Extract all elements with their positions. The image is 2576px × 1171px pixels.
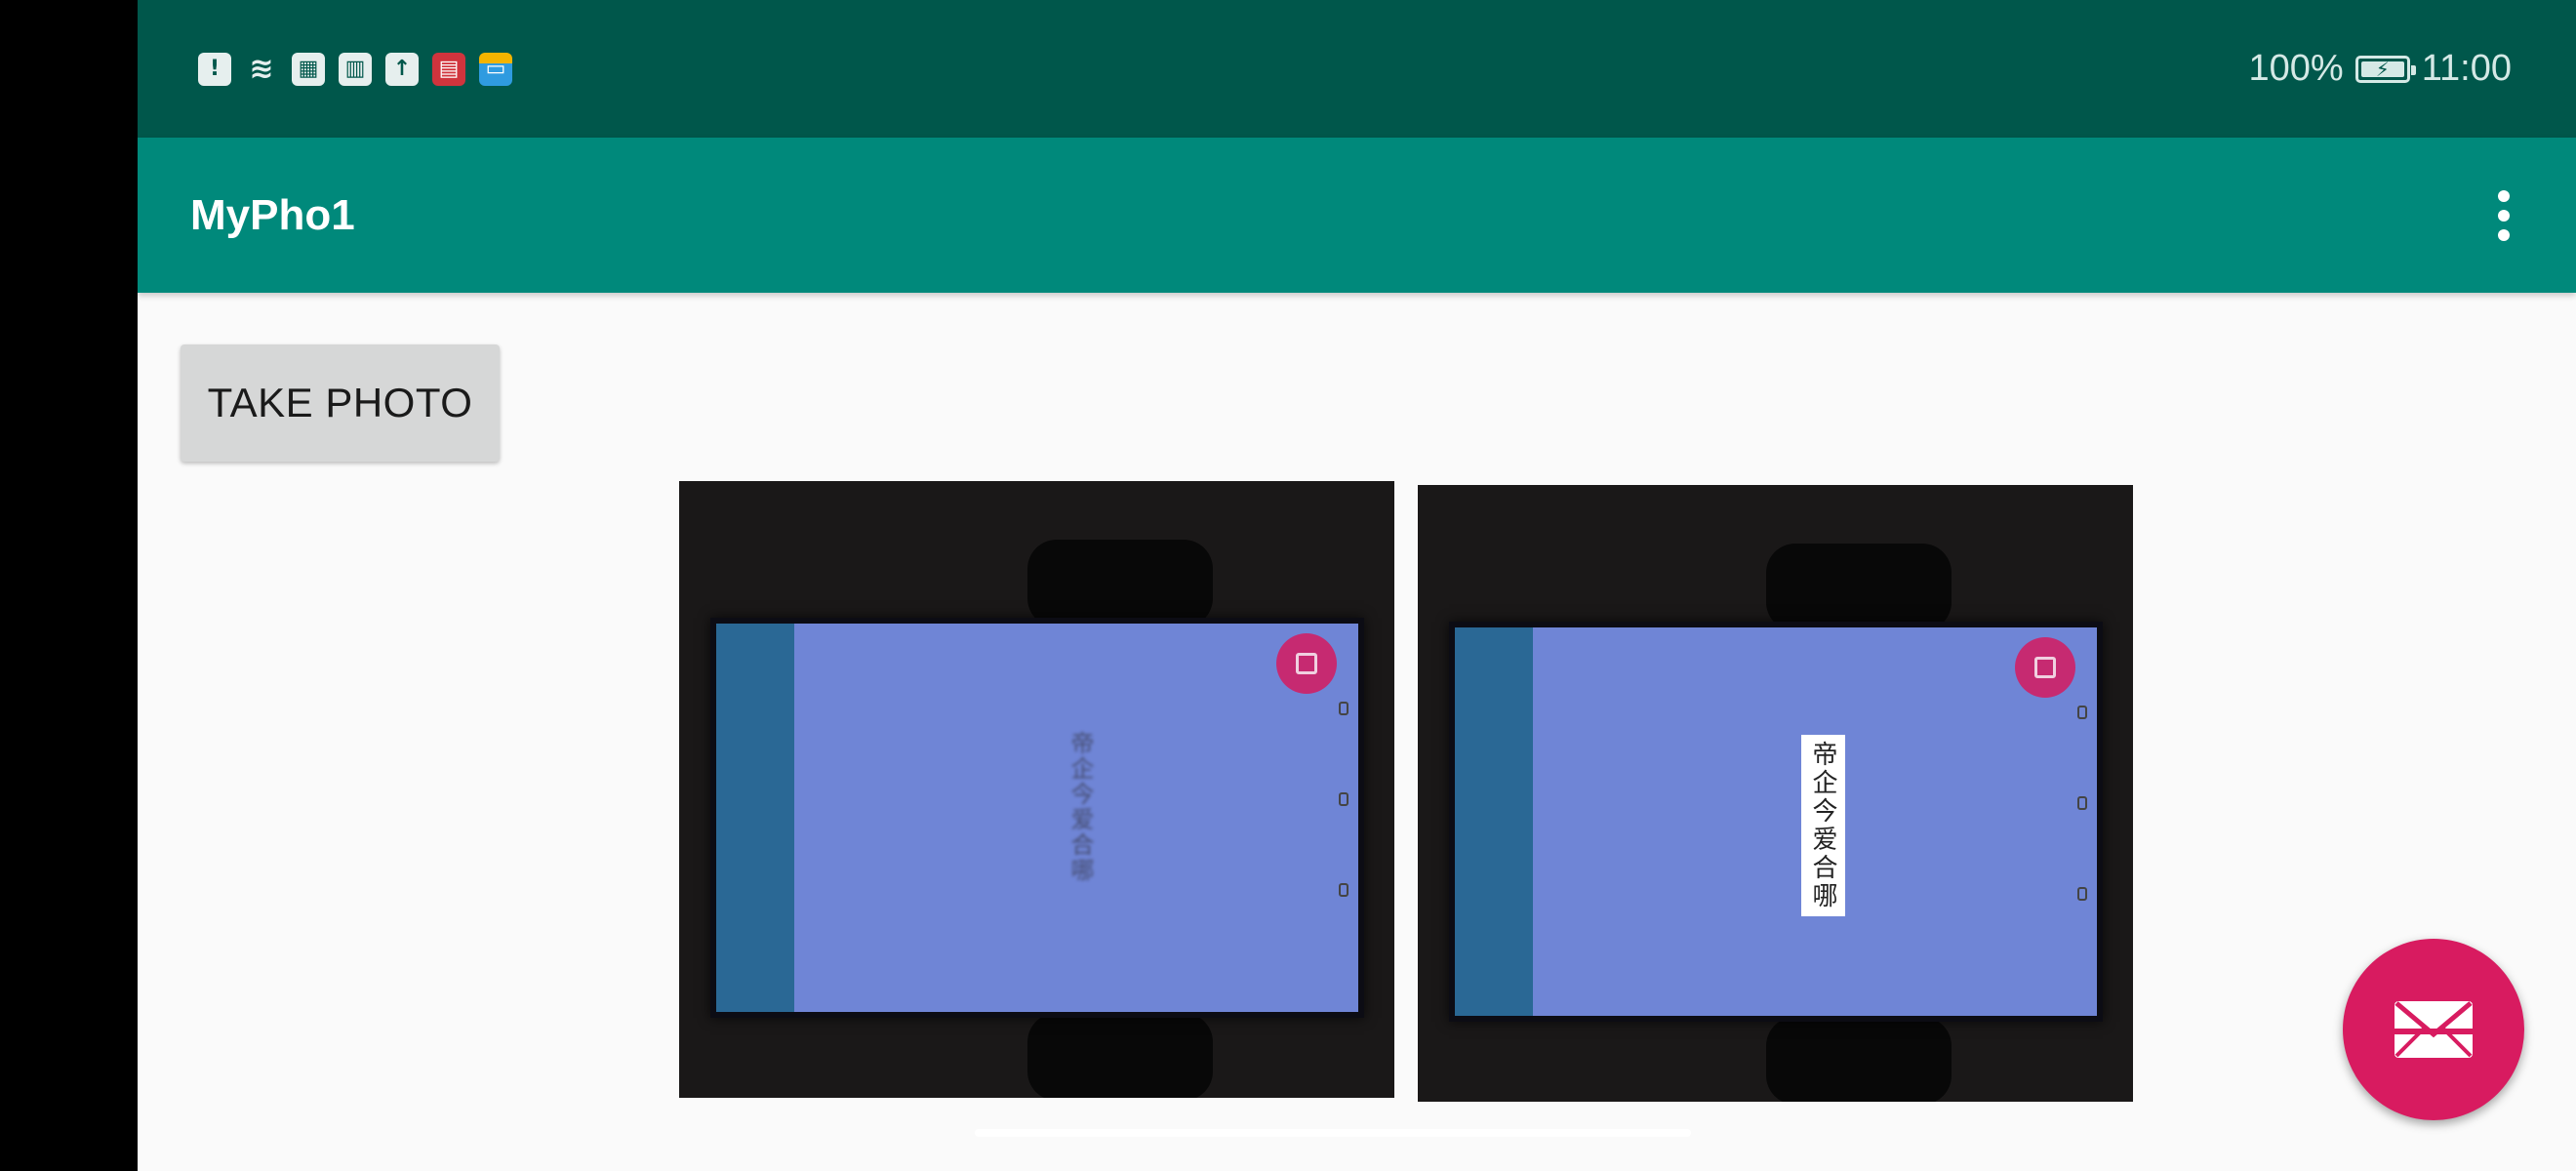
photo-phone-screen: 帝企今爱合哪: [1449, 622, 2103, 1022]
mail-icon: [2395, 1001, 2473, 1058]
main-content: TAKE PHOTO 帝企今爱合哪 帝企今爱合哪: [138, 293, 2576, 1171]
recognized-text: 帝企今爱合哪: [1801, 735, 1845, 916]
scroll-indicator: [975, 1129, 1691, 1137]
photo-fab-icon: [2015, 637, 2075, 698]
left-black-bar: [0, 0, 138, 1171]
battery-icon: ⚡: [2355, 55, 2416, 83]
original-photo: 帝企今爱合哪: [679, 481, 1394, 1098]
photo-fab-icon: [1276, 633, 1337, 694]
blurred-text: 帝企今爱合哪: [1067, 731, 1093, 883]
overflow-menu-icon[interactable]: [2484, 177, 2523, 255]
wifi-icon: ≋: [249, 51, 274, 86]
notification-icons: ! ≋ ▦ ▥ ↑ ▤ ▭: [198, 51, 512, 86]
status-bar: ! ≋ ▦ ▥ ↑ ▤ ▭ 100% ⚡ 11:00: [138, 0, 2576, 138]
processed-photo: 帝企今爱合哪: [1418, 485, 2133, 1102]
take-photo-button[interactable]: TAKE PHOTO: [181, 344, 500, 462]
sim-alert-icon: !: [198, 52, 231, 86]
status-right: 100% ⚡ 11:00: [2249, 48, 2512, 90]
mail-fab-button[interactable]: [2343, 939, 2524, 1120]
battery-percent: 100%: [2248, 48, 2344, 89]
app-title: MyPho1: [190, 190, 355, 239]
huawei-icon: ▦: [292, 52, 325, 86]
upload-icon: ↑: [385, 52, 419, 86]
clock: 11:00: [2421, 48, 2512, 89]
photo-phone-screen: 帝企今爱合哪: [710, 618, 1364, 1018]
app-bar: MyPho1: [138, 138, 2576, 293]
wallet-icon: ▭: [479, 52, 512, 86]
trash-icon: ▥: [339, 52, 372, 86]
book-icon: ▤: [432, 52, 465, 86]
